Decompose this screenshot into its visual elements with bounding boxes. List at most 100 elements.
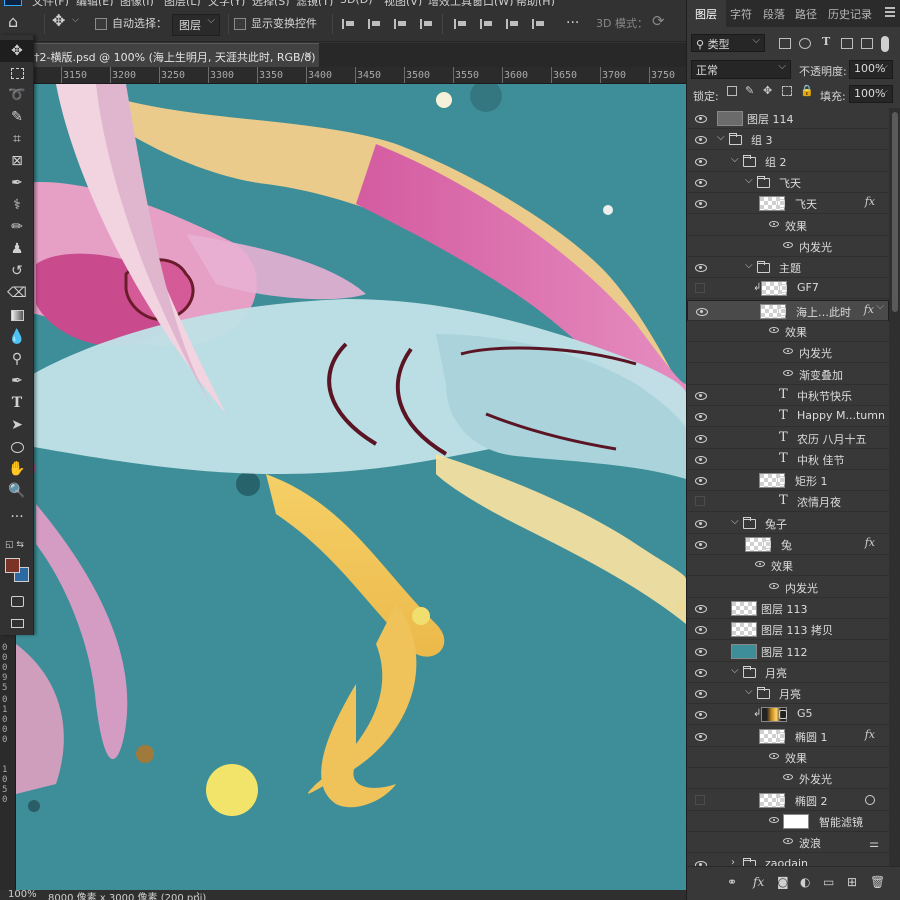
chevron-down-icon[interactable]: ⌵	[745, 175, 753, 186]
align-right-icon[interactable]	[394, 19, 406, 29]
panel-menu-icon[interactable]	[885, 7, 895, 17]
visibility-eye-icon[interactable]	[695, 859, 707, 866]
visibility-eye-icon[interactable]	[695, 688, 707, 699]
distribute-bottom-icon[interactable]	[506, 19, 518, 29]
orbit-3d-icon[interactable]: ⟳	[652, 12, 665, 30]
more-options-icon[interactable]: ···	[566, 15, 579, 31]
path-selection-tool-icon[interactable]: ➤	[0, 414, 34, 436]
effect-visibility-icon[interactable]	[769, 817, 779, 823]
effect-visibility-icon[interactable]	[783, 348, 793, 354]
layer-row[interactable]: ⌵ 月亮	[687, 683, 889, 704]
layer-thumbnail[interactable]	[731, 644, 757, 659]
show-transform-checkbox[interactable]: 显示变换控件	[234, 15, 317, 31]
new-group-icon[interactable]: ▭	[823, 875, 834, 889]
lock-artboard-icon[interactable]	[782, 86, 792, 96]
visibility-eye-icon[interactable]	[695, 518, 707, 529]
blend-mode-select[interactable]: 正常	[691, 60, 791, 79]
pen-tool-icon[interactable]: ✒	[0, 370, 34, 392]
layer-row[interactable]: 内发光	[687, 236, 889, 257]
effect-visibility-icon[interactable]	[755, 561, 765, 567]
layer-row[interactable]: 外发光	[687, 768, 889, 789]
crop-tool-icon[interactable]: ⌗	[0, 128, 34, 150]
lock-transparency-icon[interactable]	[727, 86, 737, 96]
tab-history[interactable]: 历史记录	[828, 6, 872, 22]
link-layers-icon[interactable]: ⚭	[727, 875, 737, 889]
visibility-eye-icon[interactable]	[695, 283, 705, 293]
layer-row[interactable]: ⌵ 主题	[687, 257, 889, 278]
fill-input[interactable]: 100%	[849, 85, 893, 103]
screen-mode-icon[interactable]	[0, 612, 34, 634]
tab-character[interactable]: 字符	[730, 6, 752, 22]
home-icon[interactable]: ⌂	[8, 12, 18, 31]
layer-row[interactable]: 飞天 fx	[687, 193, 889, 214]
layer-row[interactable]: T 中秋节快乐	[687, 385, 889, 406]
visibility-eye-icon[interactable]	[695, 646, 707, 657]
zoom-level[interactable]: 100%	[8, 890, 37, 900]
tab-layers[interactable]: 图层	[695, 6, 717, 22]
chevron-down-icon[interactable]: ⌵	[745, 260, 753, 271]
layer-row[interactable]: 椭圆 2	[687, 790, 889, 811]
status-arrow-icon[interactable]: ›	[196, 890, 200, 900]
layer-row[interactable]: T 浓情月夜	[687, 491, 889, 512]
visibility-eye-icon[interactable]	[695, 177, 707, 188]
layer-row[interactable]: 智能滤镜	[687, 811, 889, 832]
marquee-tool-icon[interactable]	[0, 62, 34, 84]
filter-adjustment-icon[interactable]	[799, 38, 811, 49]
layer-row[interactable]: 渐变叠加	[687, 364, 889, 385]
lock-all-icon[interactable]: 🔒	[800, 84, 814, 97]
distribute-top-icon[interactable]	[454, 19, 466, 29]
document-canvas[interactable]	[16, 84, 686, 890]
layer-row[interactable]: T 农历 八月十五	[687, 428, 889, 449]
auto-select-checkbox[interactable]: 自动选择：	[95, 15, 167, 31]
layer-row[interactable]: 效果	[687, 555, 889, 576]
zoom-tool-icon[interactable]: 🔍	[0, 480, 34, 502]
distribute-center-icon[interactable]	[480, 19, 492, 29]
layer-row[interactable]: 图层 113	[687, 598, 889, 619]
visibility-eye-icon[interactable]	[695, 624, 707, 635]
layer-row[interactable]: 内发光	[687, 342, 889, 363]
eyedropper-tool-icon[interactable]: ✒	[0, 172, 34, 194]
filter-pixel-icon[interactable]	[779, 38, 791, 49]
layer-row[interactable]: 矩形 1	[687, 470, 889, 491]
visibility-eye-icon[interactable]	[695, 603, 707, 614]
effect-visibility-icon[interactable]	[783, 370, 793, 376]
filter-blending-options-icon[interactable]: ⚌	[869, 837, 879, 850]
lock-position-icon[interactable]: ✥	[763, 84, 772, 97]
tab-paragraph[interactable]: 段落	[763, 6, 785, 22]
align-top-icon[interactable]	[420, 19, 432, 29]
smart-filter-mask-thumbnail[interactable]	[783, 814, 809, 829]
layer-row[interactable]: 图层 112	[687, 641, 889, 662]
layer-row[interactable]: 图层 113 拷贝	[687, 619, 889, 640]
delete-layer-icon[interactable]: 🗑	[870, 875, 885, 889]
filter-smart-object-icon[interactable]	[861, 38, 873, 49]
eraser-tool-icon[interactable]: ⌫	[0, 282, 34, 304]
layer-filter-kind-select[interactable]: ⚲ 类型	[691, 34, 765, 52]
filter-shape-icon[interactable]	[841, 38, 853, 49]
quick-selection-tool-icon[interactable]: ✎	[0, 106, 34, 128]
add-layer-style-icon[interactable]: fx	[753, 875, 764, 889]
visibility-eye-icon[interactable]	[695, 454, 707, 465]
layer-row[interactable]: 效果	[687, 321, 889, 342]
filter-type-icon[interactable]: T	[822, 35, 830, 48]
edit-toolbar-icon[interactable]: ···	[0, 506, 34, 528]
layer-thumbnail[interactable]	[717, 111, 743, 126]
chevron-down-icon[interactable]: ⌵	[731, 665, 739, 676]
visibility-eye-icon[interactable]	[695, 262, 707, 273]
layer-row[interactable]: 波浪 ⚌	[687, 832, 889, 853]
visibility-eye-icon[interactable]	[695, 709, 707, 720]
chevron-down-icon[interactable]: ⌵	[731, 516, 739, 527]
layer-row[interactable]: T Happy M...tumn day	[687, 406, 889, 427]
frame-tool-icon[interactable]: ⊠	[0, 150, 34, 172]
layers-scrollbar[interactable]	[889, 108, 900, 866]
effect-visibility-icon[interactable]	[769, 753, 779, 759]
effect-visibility-icon[interactable]	[769, 221, 779, 227]
distribute-left-icon[interactable]	[532, 19, 544, 29]
visibility-eye-icon[interactable]	[695, 134, 707, 145]
lock-image-icon[interactable]: ✎	[745, 84, 754, 97]
close-tab-icon[interactable]: ×	[304, 48, 313, 61]
layer-row[interactable]: T 中秋 佳节	[687, 449, 889, 470]
auto-select-target-select[interactable]: 图层	[172, 14, 220, 36]
tool-preset-chevron-icon[interactable]: ⌵	[72, 15, 79, 25]
filter-toggle-icon[interactable]	[881, 36, 889, 52]
ellipse-tool-icon[interactable]	[0, 436, 34, 458]
